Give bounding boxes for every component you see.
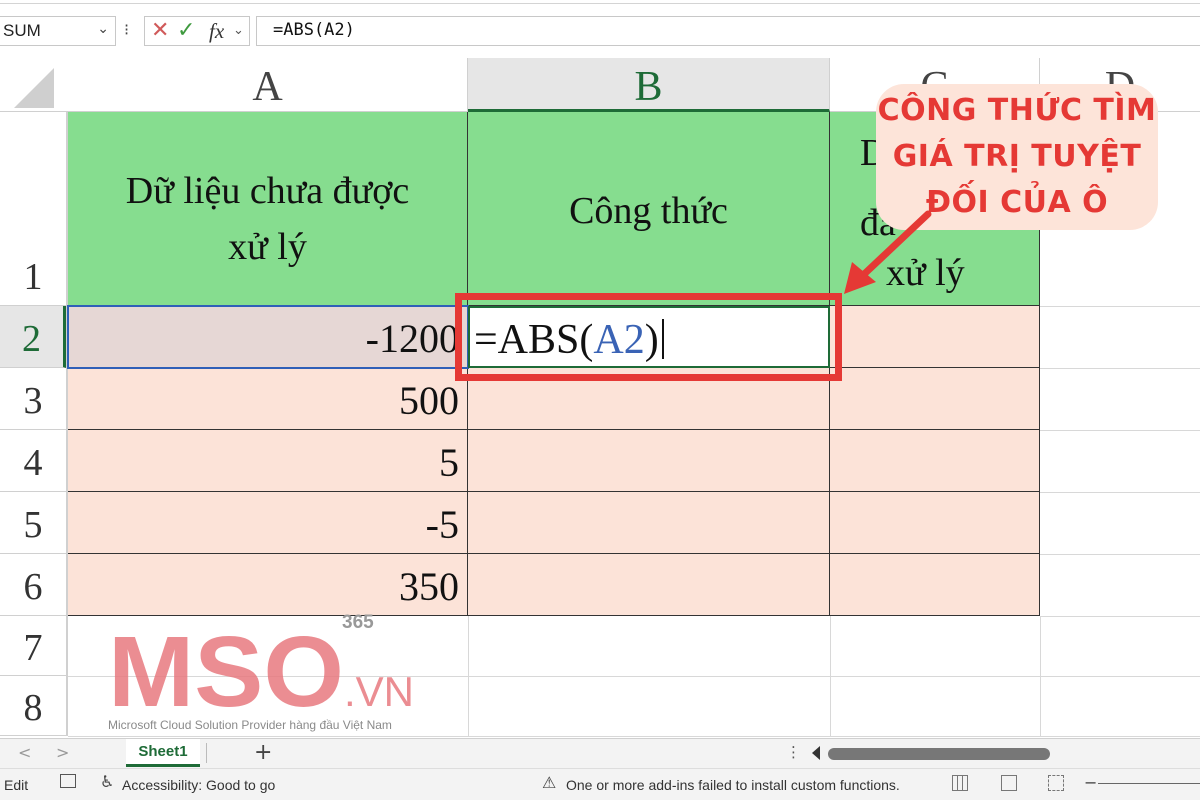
zoom-out-icon[interactable]: − (1084, 773, 1097, 792)
row-header-1[interactable]: 1 (0, 112, 66, 306)
sheet-tab-sheet1[interactable]: Sheet1 (126, 739, 200, 767)
name-box-value: SUM (3, 21, 41, 40)
formula-buttons: ✕ ✓ fx ⌄ (144, 16, 250, 46)
logo-suffix: .VN (344, 668, 414, 715)
cell-d8[interactable] (1040, 676, 1200, 737)
cell-d4[interactable] (1040, 430, 1200, 493)
cell-b8[interactable] (468, 676, 831, 737)
chevron-down-icon[interactable]: ⌄ (97, 20, 109, 37)
row-header-2[interactable]: 2 (0, 306, 66, 368)
page-layout-view-icon[interactable] (1001, 775, 1017, 791)
cell-a3[interactable]: 500 (68, 368, 468, 430)
horizontal-scroll-thumb[interactable] (828, 748, 1050, 760)
more-options-icon[interactable]: ⁝ (124, 20, 129, 40)
callout-line-1: CÔNG THỨC TÌM (877, 93, 1157, 128)
formula-bar: SUM ⌄ ⁝ ✕ ✓ fx ⌄ =ABS(A2) (0, 0, 1200, 52)
cell-d7[interactable] (1040, 616, 1200, 677)
column-header-b[interactable]: B (468, 58, 830, 112)
column-header-a[interactable]: A (68, 58, 468, 112)
cell-c5[interactable] (830, 492, 1040, 554)
normal-view-icon[interactable] (952, 775, 968, 791)
highlight-box (455, 293, 842, 381)
select-all-triangle-icon (14, 68, 54, 108)
ribbon-divider (0, 3, 1200, 4)
cell-a4[interactable]: 5 (68, 430, 468, 492)
cell-a1-line1: Dữ liệu chưa được (125, 170, 410, 212)
logo-tagline: Microsoft Cloud Solution Provider hàng đ… (108, 718, 392, 732)
macro-record-icon[interactable] (60, 774, 76, 788)
cell-b6[interactable] (468, 554, 830, 616)
cell-c3[interactable] (830, 368, 1040, 430)
prev-sheet-icon[interactable]: < (18, 743, 31, 762)
cell-b4[interactable] (468, 430, 830, 492)
select-all-button[interactable] (0, 58, 66, 112)
scroll-left-icon[interactable] (812, 746, 820, 760)
accessibility-status[interactable]: Accessibility: Good to go (122, 777, 275, 793)
row-header-4[interactable]: 4 (0, 430, 66, 492)
row-header-3[interactable]: 3 (0, 368, 66, 430)
more-tabs-icon[interactable]: ⋮ (786, 743, 801, 761)
cell-c6[interactable] (830, 554, 1040, 616)
callout-arrow-icon (844, 210, 932, 294)
add-sheet-button[interactable]: + (254, 739, 272, 767)
cell-a1[interactable]: Dữ liệu chưa được xử lý (68, 112, 468, 306)
reference-outline-a2 (67, 305, 469, 369)
mso-logo: MSO .VN (108, 620, 414, 728)
cell-b7[interactable] (468, 616, 831, 677)
cell-a1-line2: xử lý (228, 226, 307, 268)
status-bar: Edit ♿ Accessibility: Good to go ⚠ One o… (0, 768, 1200, 800)
row-header-5[interactable]: 5 (0, 492, 66, 554)
cell-a6[interactable]: 350 (68, 554, 468, 616)
cell-c4[interactable] (830, 430, 1040, 492)
accessibility-icon[interactable]: ♿ (100, 772, 114, 791)
tab-divider (206, 743, 207, 763)
page-break-view-icon[interactable] (1048, 775, 1064, 791)
next-sheet-icon[interactable]: > (56, 743, 69, 762)
zoom-slider[interactable] (1098, 783, 1200, 784)
cell-b1[interactable]: Công thức (468, 112, 830, 306)
cell-c8[interactable] (830, 676, 1041, 737)
callout-line-2: GIÁ TRỊ TUYỆT (892, 139, 1142, 174)
sheet-tab-bar: < > Sheet1 + ⋮ (0, 738, 1200, 768)
add-in-warning-icon[interactable]: ⚠ (542, 773, 556, 792)
formula-text: =ABS(A2) (273, 20, 355, 40)
name-box[interactable]: SUM ⌄ (0, 16, 116, 46)
logo-brand: MSO (108, 620, 344, 728)
formula-input[interactable]: =ABS(A2) (256, 16, 1200, 46)
cell-c7[interactable] (830, 616, 1041, 677)
enter-icon[interactable]: ✓ (177, 18, 195, 43)
cell-d3[interactable] (1040, 368, 1200, 431)
cell-d2[interactable] (1040, 306, 1200, 369)
row-header-8[interactable]: 8 (0, 676, 66, 736)
cell-a5[interactable]: -5 (68, 492, 468, 554)
cell-d5[interactable] (1040, 492, 1200, 555)
cell-b5[interactable] (468, 492, 830, 554)
row-header-6[interactable]: 6 (0, 554, 66, 616)
cell-mode-indicator: Edit (4, 777, 29, 793)
logo-superscript: 365 (342, 612, 374, 633)
cancel-icon[interactable]: ✕ (151, 18, 169, 43)
cell-d6[interactable] (1040, 554, 1200, 617)
cell-b1-text: Công thức (569, 190, 728, 232)
insert-function-button[interactable]: fx (209, 19, 224, 44)
add-in-warning-text[interactable]: One or more add-ins failed to install cu… (566, 777, 900, 793)
cell-c2[interactable] (830, 306, 1040, 368)
row-header-7[interactable]: 7 (0, 616, 66, 676)
chevron-down-icon[interactable]: ⌄ (233, 22, 244, 38)
